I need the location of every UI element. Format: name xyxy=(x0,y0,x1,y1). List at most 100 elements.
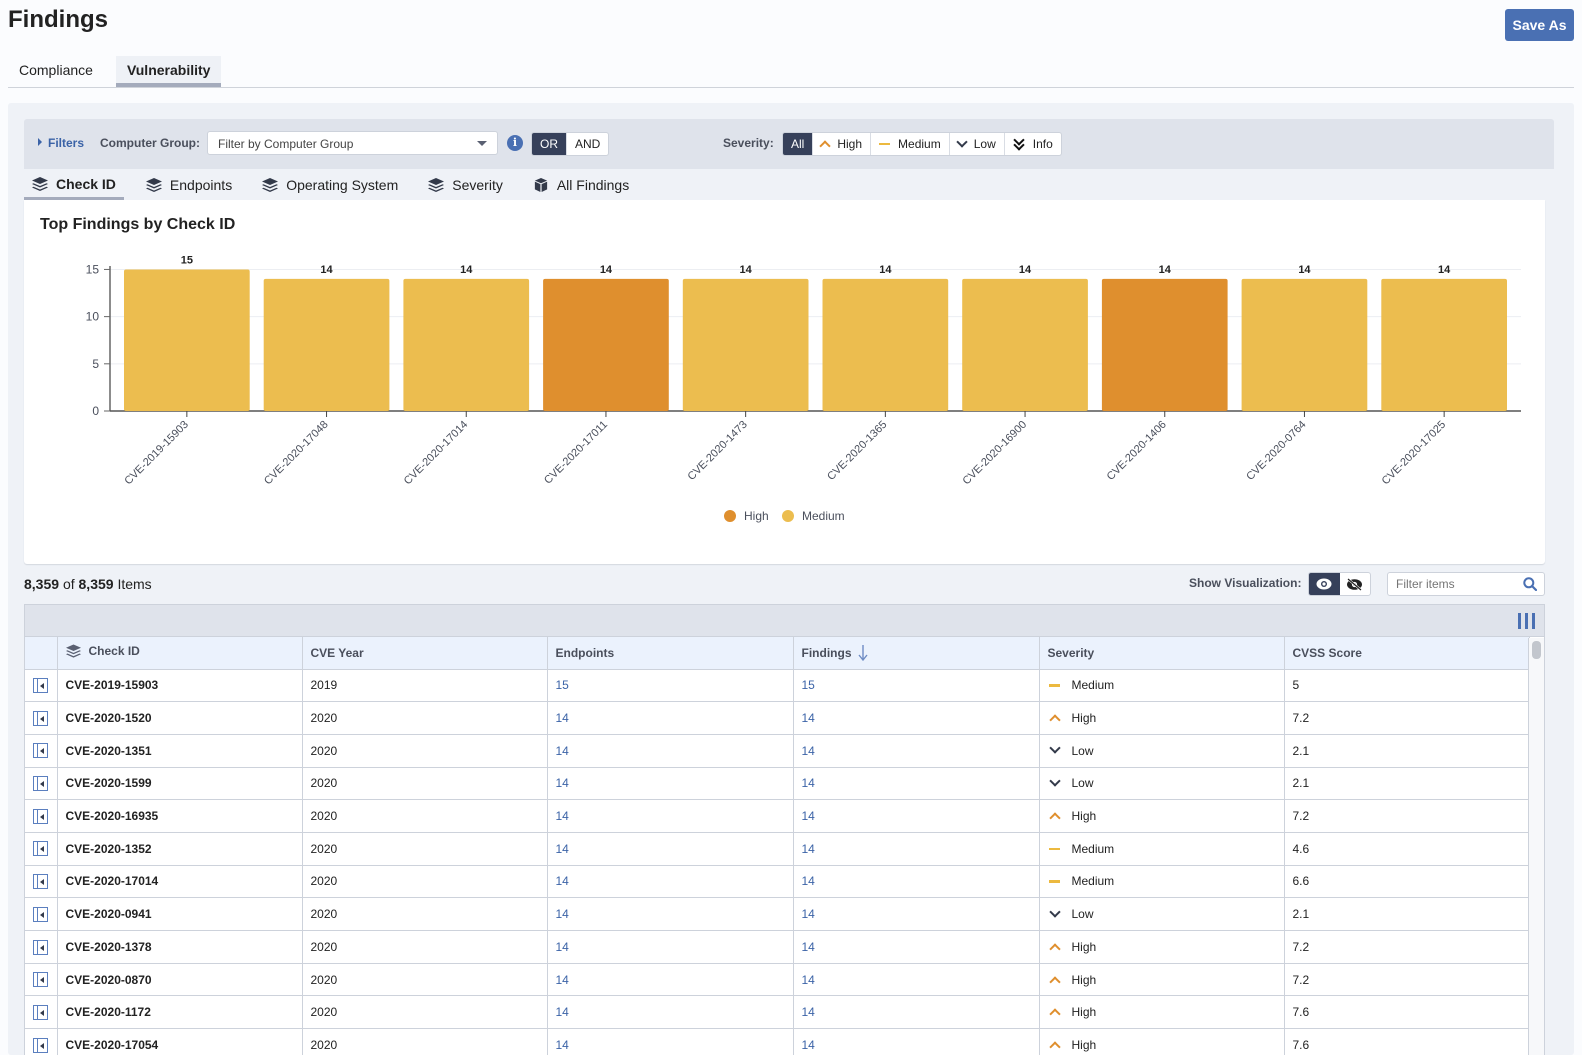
findings-cell[interactable]: 14 xyxy=(793,832,1040,866)
expand-row-icon[interactable] xyxy=(33,874,49,890)
header-severity[interactable]: Severity xyxy=(1039,637,1285,670)
scrollbar-thumb[interactable] xyxy=(1532,641,1541,659)
tab-vulnerability[interactable]: Vulnerability xyxy=(115,56,222,87)
view-tab-check-id[interactable]: Check ID xyxy=(24,170,124,200)
endpoints-cell[interactable]: 14 xyxy=(547,799,794,833)
check-id-cell[interactable]: CVE-2020-0870 xyxy=(57,963,303,997)
logic-or-button[interactable]: OR xyxy=(532,133,566,155)
view-tab-endpoints[interactable]: Endpoints xyxy=(138,170,240,200)
table-row[interactable]: CVE-2020-1172 2020 14 14 High 7.6 xyxy=(25,995,1530,1030)
findings-cell[interactable]: 14 xyxy=(793,865,1040,899)
table-row[interactable]: CVE-2020-17054 2020 14 14 High 7.6 xyxy=(25,1028,1530,1055)
filters-toggle[interactable]: Filters xyxy=(38,136,84,150)
check-id-cell[interactable]: CVE-2020-1520 xyxy=(57,701,303,735)
severity-label: High xyxy=(1071,1005,1097,1020)
table-row[interactable]: CVE-2020-0870 2020 14 14 High 7.2 xyxy=(25,963,1530,997)
dropdown-caret-icon xyxy=(477,141,487,146)
info-icon[interactable]: i xyxy=(507,135,523,151)
x-tick-label: CVE-2020-17011 xyxy=(542,419,610,487)
table-row[interactable]: CVE-2020-0941 2020 14 14 Low 2.1 xyxy=(25,897,1530,931)
table-row[interactable]: CVE-2020-17014 2020 14 14 Medium 6.6 xyxy=(25,865,1530,899)
columns-icon[interactable] xyxy=(1518,613,1535,629)
findings-cell[interactable]: 14 xyxy=(793,1028,1040,1055)
severity-all-button[interactable]: All xyxy=(783,133,813,155)
expand-row-icon[interactable] xyxy=(33,906,49,922)
check-id-cell[interactable]: CVE-2020-1599 xyxy=(57,767,303,801)
cve-year-cell: 2020 xyxy=(302,963,548,997)
computer-group-select[interactable]: Filter by Computer Group xyxy=(207,131,498,155)
view-tab-label: Check ID xyxy=(56,175,116,192)
endpoints-cell[interactable]: 14 xyxy=(547,832,794,866)
table-row[interactable]: CVE-2020-1599 2020 14 14 Low 2.1 xyxy=(25,767,1530,801)
header-check-id[interactable]: Check ID xyxy=(57,637,303,670)
severity-high-button[interactable]: High xyxy=(812,133,870,155)
expand-row-icon[interactable] xyxy=(33,972,49,988)
findings-cell[interactable]: 14 xyxy=(793,734,1040,768)
tab-compliance[interactable]: Compliance xyxy=(8,56,104,87)
logic-and-button[interactable]: AND xyxy=(566,133,608,155)
severity-high-label: High xyxy=(837,137,863,151)
endpoints-cell[interactable]: 14 xyxy=(547,1028,794,1055)
check-id-cell[interactable]: CVE-2020-1352 xyxy=(57,832,303,866)
check-id-cell[interactable]: CVE-2020-1378 xyxy=(57,930,303,964)
endpoints-cell[interactable]: 14 xyxy=(547,995,794,1030)
view-tab-all-findings[interactable]: All Findings xyxy=(525,170,637,200)
table-row[interactable]: CVE-2019-15903 2019 15 15 Medium 5 xyxy=(25,669,1530,703)
check-id-cell[interactable]: CVE-2020-17014 xyxy=(57,865,303,899)
severity-low-button[interactable]: Low xyxy=(948,133,1004,155)
view-tab-operating-system[interactable]: Operating System xyxy=(254,170,406,200)
hide-visualization-button[interactable] xyxy=(1340,573,1371,595)
endpoints-cell[interactable]: 14 xyxy=(547,897,794,931)
endpoints-cell[interactable]: 14 xyxy=(547,963,794,997)
expand-row-icon[interactable] xyxy=(33,776,49,792)
expand-row-icon[interactable] xyxy=(33,678,49,693)
view-tab-severity[interactable]: Severity xyxy=(420,170,511,200)
severity-cell: High xyxy=(1039,963,1285,997)
findings-cell[interactable]: 14 xyxy=(793,995,1040,1030)
findings-cell[interactable]: 14 xyxy=(793,897,1040,931)
filter-items-input[interactable] xyxy=(1387,572,1545,596)
header-cvss-score[interactable]: CVSS Score xyxy=(1284,637,1530,670)
expand-row-icon[interactable] xyxy=(33,808,49,824)
expand-row-icon[interactable] xyxy=(33,939,49,955)
page-title: Findings xyxy=(8,6,108,33)
severity-medium-button[interactable]: Medium xyxy=(870,133,949,155)
endpoints-cell[interactable]: 14 xyxy=(547,930,794,964)
check-id-cell[interactable]: CVE-2020-0941 xyxy=(57,897,303,931)
expand-row-icon[interactable] xyxy=(33,1037,49,1053)
search-icon[interactable] xyxy=(1523,577,1537,591)
header-endpoints[interactable]: Endpoints xyxy=(547,637,794,670)
endpoints-cell[interactable]: 14 xyxy=(547,767,794,801)
expand-row-icon[interactable] xyxy=(33,841,49,857)
findings-cell[interactable]: 15 xyxy=(793,669,1040,703)
findings-cell[interactable]: 14 xyxy=(793,767,1040,801)
endpoints-cell[interactable]: 14 xyxy=(547,701,794,735)
expand-row-icon[interactable] xyxy=(33,710,49,726)
save-as-button[interactable]: Save As xyxy=(1505,9,1574,41)
severity-info-button[interactable]: Info xyxy=(1003,133,1061,155)
findings-cell[interactable]: 14 xyxy=(793,963,1040,997)
header-cve-year[interactable]: CVE Year xyxy=(302,637,548,670)
expand-row-icon[interactable] xyxy=(33,1004,49,1020)
table-row[interactable]: CVE-2020-1351 2020 14 14 Low 2.1 xyxy=(25,734,1530,768)
expand-row-icon[interactable] xyxy=(33,743,49,759)
check-id-cell[interactable]: CVE-2019-15903 xyxy=(57,669,303,703)
show-visualization-button[interactable] xyxy=(1309,573,1340,595)
header-findings[interactable]: Findings xyxy=(793,637,1040,670)
table-scrollbar[interactable] xyxy=(1528,638,1544,1055)
findings-cell[interactable]: 14 xyxy=(793,799,1040,833)
endpoints-cell[interactable]: 14 xyxy=(547,734,794,768)
table-row[interactable]: CVE-2020-16935 2020 14 14 High 7.2 xyxy=(25,799,1530,833)
check-id-cell[interactable]: CVE-2020-1172 xyxy=(57,995,303,1030)
table-row[interactable]: CVE-2020-1352 2020 14 14 Medium 4.6 xyxy=(25,832,1530,866)
check-id-cell[interactable]: CVE-2020-17054 xyxy=(57,1028,303,1055)
endpoints-cell[interactable]: 14 xyxy=(547,865,794,899)
findings-cell[interactable]: 14 xyxy=(793,930,1040,964)
table-row[interactable]: CVE-2020-1378 2020 14 14 High 7.2 xyxy=(25,930,1530,964)
check-id-cell[interactable]: CVE-2020-16935 xyxy=(57,799,303,833)
table-row[interactable]: CVE-2020-1520 2020 14 14 High 7.2 xyxy=(25,701,1530,735)
findings-cell[interactable]: 14 xyxy=(793,701,1040,735)
check-id-cell[interactable]: CVE-2020-1351 xyxy=(57,734,303,768)
endpoints-cell[interactable]: 15 xyxy=(547,669,794,703)
severity-label: Medium xyxy=(1071,841,1115,856)
